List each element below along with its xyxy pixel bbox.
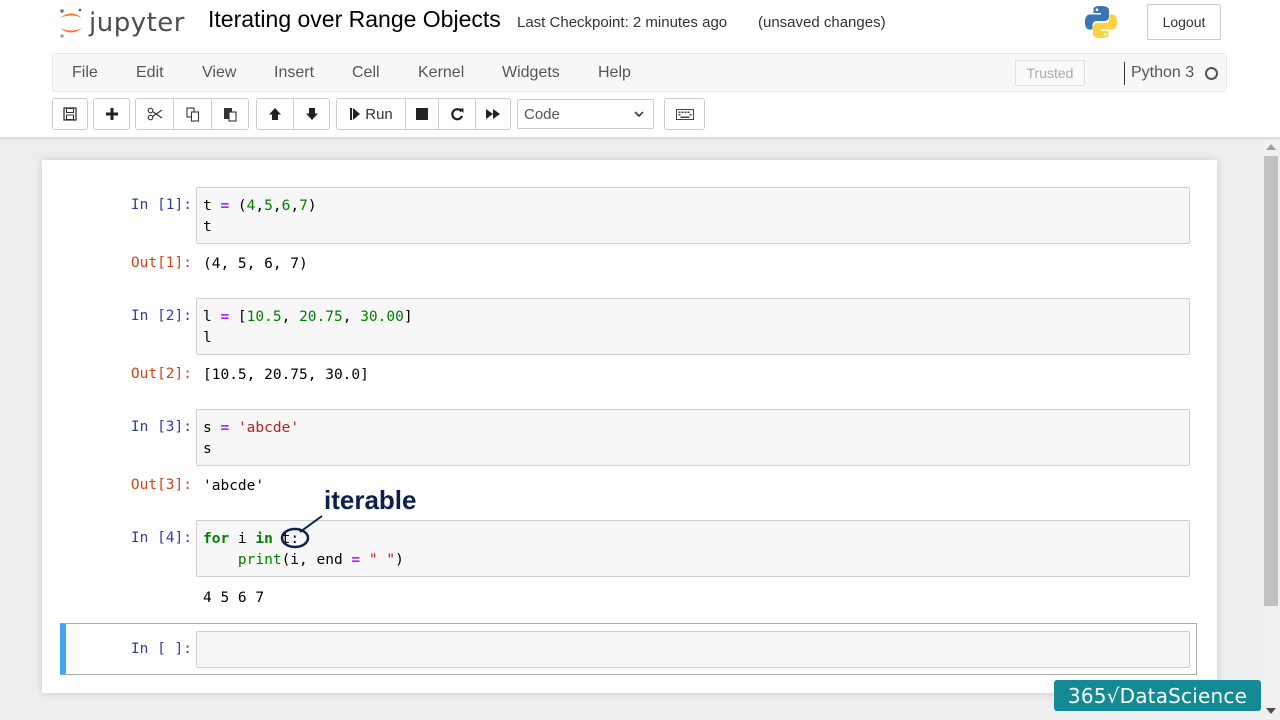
restart-run-all-button[interactable] (475, 98, 511, 130)
cell-type-select[interactable]: Code (517, 99, 654, 129)
menu-help[interactable]: Help (598, 64, 631, 82)
jupyter-logo-icon (60, 8, 82, 38)
input-prompt: In [3]: (130, 419, 192, 435)
cut-button[interactable] (135, 98, 174, 130)
code-editor[interactable]: for i in t: print(i, end = " ") (197, 521, 1189, 579)
copy-icon (185, 106, 199, 122)
menu-view[interactable]: View (202, 64, 236, 82)
python-logo-icon (1085, 6, 1117, 38)
code-cell-input[interactable]: s = 'abcde' s (196, 409, 1190, 466)
arrow-up-icon (269, 108, 281, 120)
cell-output: 'abcde' (203, 478, 265, 494)
input-prompt: In [ ]: (130, 641, 192, 657)
scroll-down-arrow-icon[interactable] (1266, 708, 1276, 714)
cell-output: [10.5, 20.75, 30.0] (203, 367, 369, 383)
jupyter-logo[interactable]: jupyter (57, 5, 185, 41)
annotation-label: iterable (324, 485, 417, 515)
empty-code-cell-input[interactable] (196, 631, 1190, 668)
scroll-up-arrow-icon[interactable] (1266, 144, 1276, 150)
autosave-status: (unsaved changes) (758, 14, 886, 31)
cell-output: (4, 5, 6, 7) (203, 256, 308, 272)
logout-button[interactable]: Logout (1147, 4, 1221, 40)
menu-file[interactable]: File (72, 64, 98, 82)
copy-button[interactable] (173, 98, 212, 130)
notebook-title[interactable]: Iterating over Range Objects (208, 6, 501, 33)
move-down-button[interactable] (293, 98, 330, 130)
kernel-separator (1124, 62, 1125, 85)
paste-button[interactable] (211, 98, 249, 130)
arrow-down-icon (305, 108, 318, 120)
annotation-circle-icon (280, 515, 323, 549)
restart-icon (451, 108, 464, 121)
logo-text: jupyter (89, 8, 185, 38)
branding-watermark: 365√DataScience (1054, 680, 1261, 711)
move-up-button[interactable] (256, 98, 294, 130)
run-label: Run (365, 105, 393, 123)
menubar: File Edit View Insert Cell Kernel Widget… (52, 53, 1227, 92)
kernel-idle-indicator-icon (1205, 67, 1218, 80)
code-editor[interactable]: t = (4,5,6,7) t (197, 188, 1189, 246)
fast-forward-icon (486, 109, 500, 119)
output-prompt: Out[3]: (130, 477, 192, 493)
vertical-scrollbar[interactable] (1262, 140, 1280, 720)
chevron-down-icon (634, 111, 644, 118)
insert-cell-button[interactable] (93, 98, 130, 130)
menu-insert[interactable]: Insert (274, 64, 314, 82)
interrupt-kernel-button[interactable] (405, 98, 439, 130)
scrollbar-thumb[interactable] (1264, 156, 1278, 606)
stop-icon (416, 108, 428, 120)
checkpoint-status: Last Checkpoint: 2 minutes ago (517, 14, 728, 31)
plus-icon (105, 108, 118, 120)
menu-kernel[interactable]: Kernel (418, 64, 464, 82)
kernel-name[interactable]: Python 3 (1131, 64, 1194, 82)
code-cell-input[interactable]: l = [10.5, 20.75, 30.00] l (196, 298, 1190, 355)
notebook-container: In [1]: t = (4,5,6,7) t Out[1]: (4, 5, 6… (42, 160, 1217, 693)
input-prompt: In [4]: (130, 530, 192, 546)
code-cell-input[interactable]: for i in t: print(i, end = " ") (196, 520, 1190, 577)
cell-type-value: Code (524, 105, 560, 123)
restart-kernel-button[interactable] (438, 98, 476, 130)
paste-icon (224, 107, 237, 122)
input-prompt: In [2]: (130, 308, 192, 324)
trusted-indicator[interactable]: Trusted (1015, 60, 1085, 86)
run-button[interactable]: Run (336, 98, 406, 130)
save-icon (63, 107, 77, 121)
command-palette-button[interactable] (664, 98, 705, 130)
code-editor[interactable]: s = 'abcde' s (197, 410, 1189, 468)
menu-cell[interactable]: Cell (352, 64, 380, 82)
menu-widgets[interactable]: Widgets (502, 64, 560, 82)
notebook-header: jupyter Iterating over Range Objects Las… (0, 0, 1280, 137)
menu-edit[interactable]: Edit (136, 64, 164, 82)
code-editor[interactable]: l = [10.5, 20.75, 30.00] l (197, 299, 1189, 357)
input-prompt: In [1]: (130, 197, 192, 213)
save-button[interactable] (52, 98, 88, 130)
output-prompt: Out[2]: (130, 366, 192, 382)
output-prompt: Out[1]: (130, 255, 192, 271)
scissors-icon (147, 107, 162, 121)
step-forward-icon (350, 108, 361, 120)
code-cell-input[interactable]: t = (4,5,6,7) t (196, 187, 1190, 244)
keyboard-icon (675, 108, 694, 120)
cell-output: 4 5 6 7 (203, 590, 265, 606)
